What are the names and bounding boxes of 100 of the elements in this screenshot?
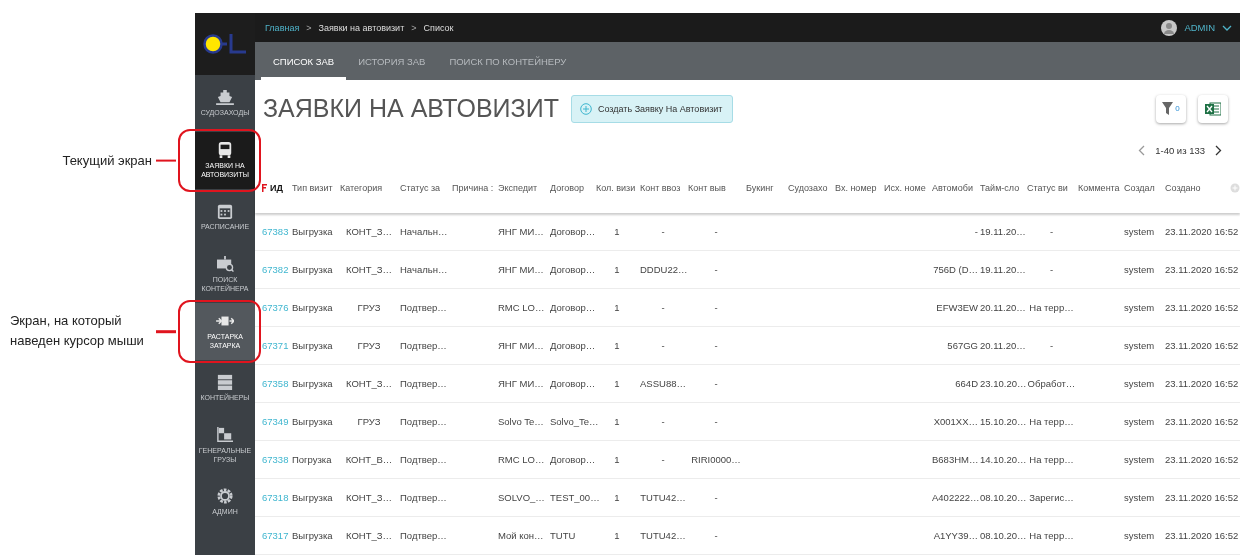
table-cell: 1 [614,415,620,427]
table-cell: Начальн… [400,263,448,275]
table-cell: - [1049,225,1054,237]
table-cell: На терр… [1029,415,1074,427]
chevron-left-icon[interactable] [1138,144,1146,156]
column-header[interactable]: Статус за [399,182,451,193]
table-cell: 1 [614,301,620,313]
table-cell: system [1124,339,1155,351]
table-cell: 23.11.2020 16:52 [1165,339,1239,351]
table-cell: 23.11.2020 16:52 [1165,529,1239,541]
column-header[interactable]: Статус ви [1026,182,1077,193]
breadcrumb-separator: > [306,22,312,33]
column-header[interactable]: Кол. визи [595,182,639,193]
table-cell: Подтвер… [400,453,447,465]
table-cell: На терр… [1029,453,1074,465]
table-cell: TUTU [550,529,576,541]
table-cell: - [661,415,665,427]
plus-circle-icon [579,102,592,115]
table-cell: 08.10.20… [980,529,1027,541]
table-cell: SOLVO_… [498,491,545,503]
avatar-icon[interactable] [1161,19,1178,36]
table-cell: - [714,301,718,313]
table-cell: - [714,263,718,275]
column-header[interactable]: Категория [339,182,399,193]
column-header[interactable]: Тип визит [291,182,339,193]
breadcrumb[interactable]: Главная [265,22,300,33]
table-cell: 19.11.20… [980,225,1026,237]
table-cell: 1 [614,529,620,541]
logo[interactable] [203,32,247,56]
table-cell: DDDU22… [640,263,688,275]
boxes-icon [216,427,234,444]
table-cell: - [661,225,665,237]
table-cell: system [1124,529,1155,541]
column-header[interactable]: Создал [1123,182,1164,193]
table-cell: Начальн… [400,225,448,237]
page-range: 1-40 из 133 [1155,144,1205,156]
table-cell: - [1049,263,1054,275]
table-cell: 15.10.20… [980,415,1027,427]
column-header[interactable]: Конт выв [687,182,745,193]
column-header[interactable]: Судозахо [787,182,834,193]
table-cell: - [714,377,718,389]
column-header[interactable]: Причина : [451,182,497,193]
callout-label: Экран, на который наведен курсор мыши [10,311,145,351]
callout-label: Текущий экран [62,151,152,170]
table-cell: system [1124,263,1155,275]
filter-button[interactable]: 0 [1156,94,1186,123]
table-cell: 20.11.20… [980,301,1026,313]
column-header[interactable]: ИД [261,182,291,193]
column-header[interactable]: Тайм-сло [979,182,1026,193]
table-cell: Подтвер… [400,529,447,541]
table-cell: ЯНГ МИ… [498,263,544,275]
table-cell: На терр… [1029,301,1074,313]
column-header[interactable]: Вх. номер [834,182,883,193]
table-cell: Выгрузка [292,529,333,541]
page-title: ЗАЯВКИ НА АВТОВИЗИТ [263,94,559,124]
table-cell: 23.11.2020 16:52 [1165,377,1239,389]
table-cell: Выгрузка [292,339,333,351]
table-cell: КОНТ_З… [346,225,392,237]
leader-line [156,159,176,162]
table-cell: 1 [614,339,620,351]
column-header[interactable]: Исх. номе [883,182,931,193]
excel-export-button[interactable] [1198,94,1228,123]
column-header[interactable]: Конт ввоз [639,182,687,193]
table-cell: Solvo Te… [498,415,544,427]
sort-icon [262,183,267,192]
bus-icon [216,142,234,159]
table-cell: Выгрузка [292,263,333,275]
table-cell: Договор… [550,377,596,389]
table-cell: - [714,225,718,237]
chevron-down-icon[interactable] [1222,24,1232,31]
column-header[interactable]: Экспедит [497,182,549,193]
table-cell: 1 [614,225,620,237]
table-cell: - [714,339,718,351]
column-header[interactable]: Создано [1164,182,1240,193]
table-cell: Выгрузка [292,301,333,313]
settings-icon [216,488,234,505]
chevron-right-icon[interactable] [1215,144,1222,156]
create-button[interactable]: Создать Заявку На Автовизит [570,94,734,123]
table-cell: X001XX… [933,415,978,427]
column-header[interactable]: Договор [549,182,595,193]
breadcrumb: Список [423,22,454,33]
table-cell: system [1124,415,1155,427]
table-cell: На терр… [1029,529,1074,541]
table-cell: - [974,225,978,237]
table-cell: TEST_00… [550,491,600,503]
user-menu[interactable]: ADMIN [1184,22,1215,34]
column-header[interactable]: Коммента [1077,182,1123,193]
table-cell: - [714,415,718,427]
table-cell: 23.11.2020 16:52 [1165,415,1239,427]
column-header[interactable]: Букинг [745,182,787,193]
table-cell: RMC LO… [498,301,545,313]
calendar-icon [216,203,234,220]
table-cell: 23.11.2020 16:52 [1165,225,1239,237]
ship-icon [216,89,234,106]
tab[interactable]: СПИСОК ЗАВ [261,42,347,81]
column-header[interactable]: Автомоби [931,182,979,193]
table-cell: Подтвер… [400,339,447,351]
table-cell: system [1124,225,1155,237]
table-cell: ASSU88… [640,377,686,389]
table-cell: 1 [614,453,620,465]
